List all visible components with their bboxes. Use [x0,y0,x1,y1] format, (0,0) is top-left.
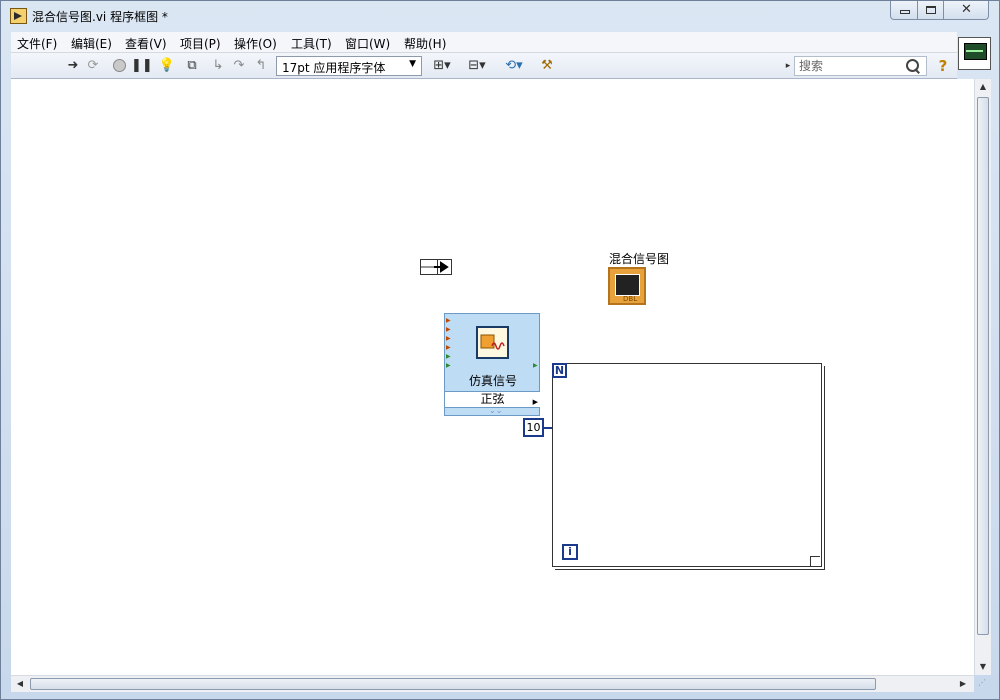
loop-count-constant[interactable]: 10 [523,418,544,437]
context-help-icon[interactable]: ? [933,56,953,76]
horizontal-scrollbar[interactable]: ◀ ▶ [11,675,974,692]
output-terminal-icon: ▶ [533,362,538,369]
toolbar: ➜ ⟳ ❚❚ 💡 ⧉ ↳ ↷ ↰ 17pt 应用程序字体 ▼ ⊞▾ ⊟▾ ⟲▾ … [11,53,957,79]
step-out-icon[interactable]: ↰ [252,58,270,74]
search-icon[interactable] [905,58,921,74]
input-terminal-icon: ▶ [446,362,451,369]
run-arrow-icon[interactable]: ➜ [64,58,82,74]
menu-operate[interactable]: 操作(O) [234,35,277,52]
scroll-left-icon[interactable]: ◀ [14,679,26,688]
graph-data-type: DBL [623,295,638,303]
menu-window[interactable]: 窗口(W) [345,35,390,52]
input-terminal-icon: ▶ [446,353,451,360]
labview-app-icon [10,8,27,24]
menu-project[interactable]: 项目(P) [180,35,221,52]
retain-wire-values-icon[interactable]: ⧉ [183,58,201,74]
count-wire[interactable] [544,427,552,429]
font-size-select[interactable]: 17pt 应用程序字体 ▼ [276,56,422,76]
labview-block-diagram-window: 混合信号图.vi 程序框图 * ✕ 文件(F) 编辑(E) 查看(V) 项目(P… [0,0,1000,700]
step-over-icon[interactable]: ↷ [230,58,248,74]
input-terminal-icon: ▶ [446,335,451,342]
vertical-scrollbar[interactable]: ▲ ▼ [974,79,991,675]
close-icon: ✕ [961,2,972,17]
simulate-signal-express-vi[interactable]: ▶ ▶ ▶ ▶ ▶ ▶ ▶ 仿真信号 正弦 ▶ ⌄⌄ [444,313,540,416]
maximize-icon [926,6,936,14]
input-terminal-icon: ▶ [446,326,451,333]
scroll-down-icon[interactable]: ▼ [977,662,989,671]
title-bar: 混合信号图.vi 程序框图 * ✕ [1,1,999,31]
minimize-icon [900,10,910,14]
maximize-button[interactable] [917,1,944,20]
input-terminal-icon: ▶ [446,344,451,351]
simulate-signal-icon [476,326,509,359]
chevron-down-icon: ▼ [409,59,416,69]
for-loop-structure[interactable] [552,363,822,567]
vi-connector-icon[interactable] [958,37,991,70]
step-into-icon[interactable]: ↳ [209,58,227,74]
vertical-scroll-thumb[interactable] [977,97,989,635]
align-objects-icon[interactable]: ⊞▾ [429,58,455,74]
menu-edit[interactable]: 编辑(E) [71,35,112,52]
scroll-up-icon[interactable]: ▲ [977,82,989,91]
chevron-right-icon: ▶ [532,398,538,406]
resize-corner-icon[interactable] [810,556,820,566]
font-select-value: 17pt 应用程序字体 [282,61,386,75]
menu-file[interactable]: 文件(F) [17,35,57,52]
menu-tools[interactable]: 工具(T) [291,35,332,52]
distribute-objects-icon[interactable]: ⊟▾ [464,58,490,74]
clean-up-diagram-icon[interactable]: ⚒ [538,58,556,74]
express-vi-title: 仿真信号 [468,374,517,388]
scroll-right-icon[interactable]: ▶ [957,679,969,688]
window-resize-grip-icon[interactable]: ⋰ [978,678,990,690]
graph-screen-icon [615,274,640,296]
search-input[interactable] [799,59,899,73]
highlight-execution-icon[interactable]: 💡 [158,58,176,74]
input-terminal-icon: ▶ [446,317,451,324]
expand-node-icon[interactable]: ⌄⌄ [489,406,502,415]
abort-icon[interactable] [110,58,128,74]
horizontal-scroll-thumb[interactable] [30,678,876,690]
close-button[interactable]: ✕ [943,1,989,20]
menu-help[interactable]: 帮助(H) [404,35,446,52]
graph-terminal-label: 混合信号图 [609,252,670,266]
signal-type-value: 正弦 [480,392,505,406]
search-box[interactable] [794,56,927,76]
menu-bar: 文件(F) 编辑(E) 查看(V) 项目(P) 操作(O) 工具(T) 窗口(W… [11,32,957,53]
toolbar-expand-arrow-icon[interactable]: ▸ [783,58,793,74]
merge-signals-node[interactable] [420,259,452,275]
pause-icon[interactable]: ❚❚ [131,58,153,74]
run-continuously-icon[interactable]: ⟳ [84,58,102,74]
minimize-button[interactable] [890,1,918,20]
window-title: 混合信号图.vi 程序框图 * [32,10,168,24]
reorder-icon[interactable]: ⟲▾ [501,58,527,74]
loop-count-terminal[interactable]: N [552,363,567,378]
menu-view[interactable]: 查看(V) [125,35,167,52]
mixed-signal-graph-terminal[interactable]: DBL [608,267,646,305]
loop-iteration-terminal[interactable]: i [562,544,578,560]
